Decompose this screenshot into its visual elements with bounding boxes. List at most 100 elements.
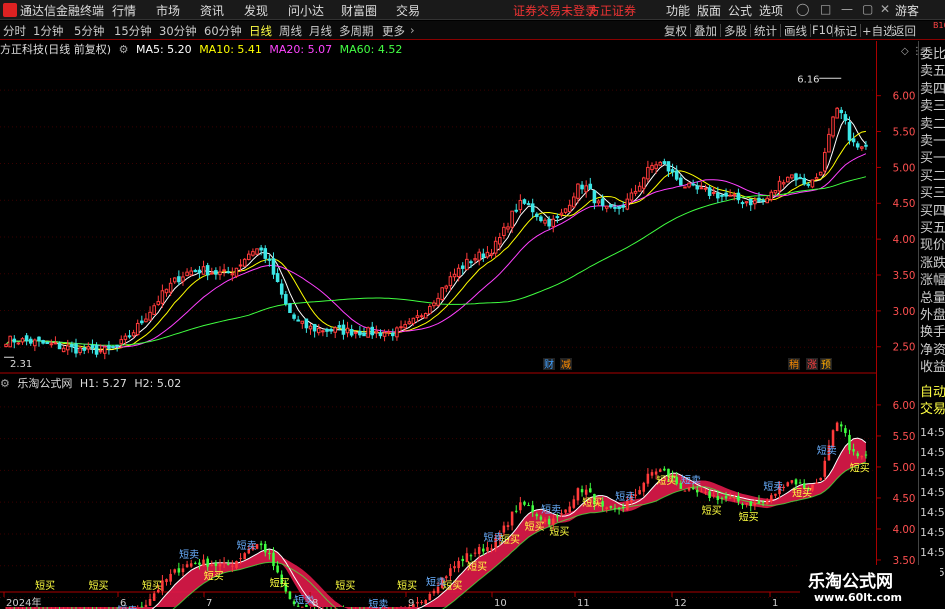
back-button[interactable]: 返回 [893, 23, 916, 39]
tab-more[interactable]: 更多 [382, 23, 405, 39]
x-tick-label: 6 [120, 598, 126, 609]
tab-daily[interactable]: 日线 [249, 23, 272, 39]
side-panel-label: 买三 [920, 186, 945, 202]
toolbar-divider [780, 24, 781, 37]
quote-side-panel: B10000 委比卖五卖四卖三卖二卖一买一买二买三买四买五现价涨跌涨幅总量外盘换… [918, 21, 945, 609]
app-title: 通达信金融终端 [20, 4, 105, 18]
tab-15min[interactable]: 15分钟 [114, 23, 152, 39]
indicator-tick-label: 5.00 [893, 462, 916, 474]
menu-item-formula[interactable]: 公式 [728, 2, 752, 19]
candle [440, 286, 444, 301]
sell-signal-label: 短卖 [615, 490, 635, 503]
minimize-icon[interactable]: — [841, 2, 853, 16]
auto-trade-label[interactable]: 自动 [920, 385, 945, 401]
indicator-gear-icon[interactable]: ⚙ [0, 377, 10, 390]
panel-corner: B10000 [933, 21, 945, 30]
buy-signal-label: 短买 [397, 579, 417, 592]
buy-signal-label: 短买 [850, 462, 870, 475]
stock-title: 方正科技(日线 前复权) [0, 43, 112, 56]
price-tick-label: 3.50 [893, 270, 916, 282]
indicator-legend: ⚙ 乐淘公式网 H1: 5.27 H2: 5.02 [0, 375, 185, 391]
toolbar-divider [810, 24, 811, 37]
high-price-label: 6.16 [797, 74, 819, 85]
sell-signal-label: 短卖 [179, 548, 199, 561]
x-tick-label: 8 [312, 598, 318, 609]
buy-signal-label: 短买 [89, 579, 109, 592]
buy-signal-label: 短买 [142, 579, 162, 592]
tab-60min[interactable]: 60分钟 [204, 23, 242, 39]
sell-signal-label: 短卖 [763, 480, 783, 493]
kline-chart[interactable]: 短买 短买 短买短买短买 短买 短买 短买短买短买短买 短买短买短买短买短买短买短买短卖短卖… [0, 41, 876, 609]
overlay-button[interactable]: 叠加 [694, 23, 717, 39]
candle [8, 335, 12, 348]
candle [288, 302, 292, 313]
menu-item-functions[interactable]: 功能 [666, 2, 690, 19]
login-notice[interactable]: 证券交易未登录 [513, 2, 597, 19]
price-tick-label: 4.00 [893, 234, 916, 246]
sell-signal-label: 短卖 [368, 597, 388, 609]
tab-intraday[interactable]: 分时 [3, 23, 26, 39]
event-marker: 稍 [789, 358, 799, 371]
side-panel-label: 委比 [920, 47, 945, 62]
candle [785, 176, 790, 183]
menu-item-community[interactable]: 财富圈 [341, 2, 377, 19]
tick-time: 14:56 [920, 546, 945, 559]
auto-trade-label[interactable]: 交易 [920, 402, 945, 418]
watermark-title: 乐淘公式网 [808, 572, 893, 592]
candle [423, 312, 428, 319]
menu-item-quotes[interactable]: 行情 [112, 2, 136, 19]
settings-gear-icon[interactable]: ⚙ [119, 43, 129, 56]
price-tick-label: 6.00 [893, 91, 916, 103]
tab-monthly[interactable]: 月线 [309, 23, 332, 39]
x-tick-label: 9 [408, 598, 414, 609]
draw-line-button[interactable]: 画线 [784, 23, 807, 39]
toolbar-divider [891, 24, 892, 37]
menu-item-market[interactable]: 市场 [156, 2, 180, 19]
watermark: 乐淘公式网 www.60lt.com [800, 565, 940, 609]
menu-item-news[interactable]: 资讯 [200, 2, 224, 19]
stats-button[interactable]: 统计 [754, 23, 777, 39]
mark-button[interactable]: 标记 [834, 23, 857, 39]
sell-signal-label: 短卖 [681, 474, 701, 487]
f10-button[interactable]: F10 [812, 23, 833, 37]
buy-signal-label: 短买 [467, 560, 487, 573]
multi-stock-button[interactable]: 多股 [724, 23, 747, 39]
menu-item-layout[interactable]: 版面 [697, 2, 721, 19]
side-panel-label: 换手 [920, 325, 945, 341]
ma60-value: MA60: 4.52 [339, 43, 403, 56]
add-watchlist-button[interactable]: +自选 [862, 23, 895, 39]
side-panel-label: 涨跌 [920, 255, 945, 271]
menu-item-discover[interactable]: 发现 [244, 2, 268, 19]
indicator-tick-label: 6.00 [893, 400, 916, 412]
app-logo-icon [3, 3, 17, 17]
tab-5min[interactable]: 5分钟 [74, 23, 104, 39]
side-panel-label: 涨幅 [920, 273, 945, 289]
menu-item-options[interactable]: 选项 [759, 2, 783, 19]
tab-1min[interactable]: 1分钟 [33, 23, 63, 39]
period-toolbar: 分时 1分钟 5分钟 15分钟 30分钟 60分钟 日线 周线 月线 多周期 更… [0, 21, 945, 40]
x-tick-label: 10 [494, 598, 507, 609]
restore-icon[interactable]: ▢ [862, 2, 873, 16]
menu-item-trade[interactable]: 交易 [396, 2, 420, 19]
sell-signal-label: 短卖 [484, 531, 504, 544]
close-icon[interactable]: ✕ [880, 2, 890, 16]
more-chevron-icon[interactable]: › [410, 23, 415, 37]
menu-item-assistant[interactable]: 问小达 [288, 2, 324, 19]
tab-multi-period[interactable]: 多周期 [339, 23, 374, 39]
event-marker: 预 [821, 359, 831, 371]
sell-signal-label: 短卖 [541, 503, 561, 516]
buy-signal-label: 短买 [270, 576, 290, 589]
tick-time: 14:56 [920, 526, 945, 539]
buy-signal-label: 短买 [525, 520, 545, 533]
indicator-tick-label: 5.50 [893, 431, 916, 443]
price-tick-label: 5.50 [893, 126, 916, 138]
adjust-button[interactable]: 复权 [664, 23, 687, 39]
message-icon[interactable]: □ [820, 2, 831, 16]
h2-value: H2: 5.02 [134, 377, 182, 390]
tab-weekly[interactable]: 周线 [279, 23, 302, 39]
side-panel-label: 卖五 [920, 64, 945, 80]
tab-30min[interactable]: 30分钟 [159, 23, 197, 39]
event-marker: 减 [561, 359, 571, 371]
guest-label[interactable]: 游客 [895, 2, 919, 19]
user-icon[interactable]: ◯ [796, 2, 809, 16]
